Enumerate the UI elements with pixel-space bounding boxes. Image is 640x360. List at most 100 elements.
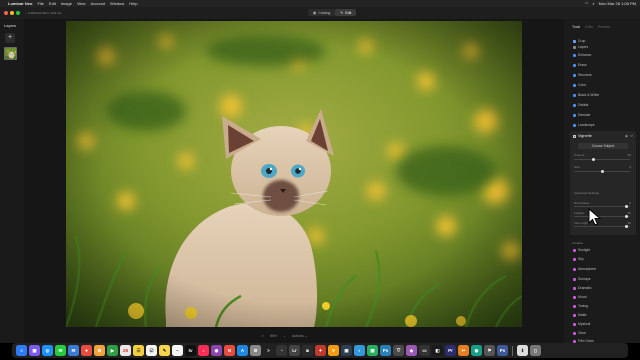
inner-light-slider[interactable] [574,225,630,228]
photos-icon[interactable]: ✿ [94,345,105,356]
tool-structure[interactable]: Structure [573,73,592,77]
premiere-icon[interactable]: Pr [445,345,456,356]
breadcrumb[interactable]: ‹ LUMINAR NEO / Edit cat [26,11,61,15]
maps-icon[interactable]: ⌖ [81,345,92,356]
reset-icon[interactable]: ↺ [630,134,633,138]
lightroom-icon[interactable]: Lr [289,345,300,356]
tab-catalog[interactable]: ▦ Catalog [308,9,335,16]
tool-matte[interactable]: Matte [573,313,586,317]
reminders-icon[interactable]: ☑ [146,345,157,356]
music-icon[interactable]: ♪ [198,345,209,356]
appstore-icon[interactable]: A [237,345,248,356]
size-slider[interactable] [574,170,630,173]
tool-atmosphere[interactable]: Atmosphere [573,267,596,271]
menu-datetime[interactable]: Mon Mar 28 1:08 PM [599,1,636,6]
menu-window[interactable]: Window [110,1,124,6]
news-icon[interactable]: N [224,345,235,356]
messages-icon[interactable]: ✉ [55,345,66,356]
facetime-icon[interactable]: ▶ [107,345,118,356]
tool-mystical[interactable]: Mystical [573,322,590,326]
shield-icon[interactable]: ⛉ [393,345,404,356]
roundness-knob[interactable] [624,205,628,208]
tool-color[interactable]: Color [573,83,586,87]
safari-icon[interactable]: ◎ [42,345,53,356]
add-layer-button[interactable]: + [5,33,15,43]
menu-file[interactable]: File [37,1,43,6]
choose-subject-button[interactable]: Choose Subject [578,143,628,149]
visibility-icon[interactable]: ◉ [625,134,628,138]
feather-knob[interactable] [624,215,628,218]
freeform-icon[interactable]: ~ [172,345,183,356]
compare-icon[interactable]: ◐ [262,334,264,338]
menu-help[interactable]: Help [129,1,137,6]
tab-edit[interactable]: ✎ Edit [335,9,357,16]
vignette-toggle[interactable] [573,134,576,138]
tool-sunrays[interactable]: Sunrays [573,277,590,281]
tab-presets[interactable]: Presets [598,25,610,29]
numbers-icon[interactable]: ▤ [367,345,378,356]
tool-layers[interactable]: Layers [573,45,588,49]
camera-icon[interactable]: ◙ [302,345,313,356]
menu-image[interactable]: Image [61,1,72,6]
tool-glow[interactable]: Glow [573,331,586,335]
finalcut-icon[interactable]: ✂ [458,345,469,356]
minimize-icon[interactable] [10,11,14,15]
search-icon[interactable]: ⌕ [592,1,594,6]
luminar-icon[interactable]: ◆ [406,345,417,356]
feather-slider[interactable] [574,215,630,218]
tool-dramatic[interactable]: Dramatic [573,286,592,290]
utility-icon[interactable]: ⚑ [484,345,495,356]
layer-thumbnail[interactable] [4,47,17,60]
menu-view[interactable]: View [77,1,86,6]
tool-sunlight[interactable]: Sunlight [573,248,590,252]
zoom-level[interactable]: 66% [270,334,277,338]
finder-icon[interactable]: ☺ [16,345,27,356]
tool-mood[interactable]: Mood [573,295,586,299]
inner-light-knob[interactable] [624,225,628,228]
terminal-icon[interactable]: > [263,345,274,356]
downloads-icon[interactable]: ⬇ [517,345,528,356]
actions-menu[interactable]: Actions ⌄ [292,334,307,338]
amount-slider[interactable] [574,158,630,161]
menu-edit[interactable]: Edit [49,1,56,6]
tool-sky[interactable]: Sky [573,257,584,261]
vsco-icon[interactable]: ✦ [315,345,326,356]
capture-icon[interactable]: ◧ [432,345,443,356]
screenshot-icon[interactable]: ▣ [341,345,352,356]
ps-icon[interactable]: Ps [380,345,391,356]
tool-black-white[interactable]: Black & White [573,93,599,97]
launchpad-icon[interactable]: ▦ [29,345,40,356]
podcasts-icon[interactable]: ◉ [211,345,222,356]
settings-icon[interactable]: ⚙ [250,345,261,356]
menu-app-name[interactable]: Luminar Neo [8,1,32,6]
tool-denoise[interactable]: Denoise [573,113,590,117]
menu-account[interactable]: Account [91,1,105,6]
preview-icon[interactable]: ◐ [354,345,365,356]
notes-icon[interactable]: ✎ [159,345,170,356]
photo-canvas[interactable] [66,21,522,327]
window-icon[interactable]: ▭ [419,345,430,356]
amount-knob[interactable] [592,158,596,161]
ps-alt-icon[interactable]: Ps [497,345,508,356]
contacts-icon[interactable]: ☰ [133,345,144,356]
size-knob[interactable] [600,170,604,173]
tool-erase[interactable]: Erase [573,63,587,67]
obs-icon[interactable]: ◉ [471,345,482,356]
tool-details[interactable]: Details [573,103,588,107]
tab-tools[interactable]: Tools [572,25,580,29]
wifi-icon[interactable]: ◠ [585,1,589,6]
close-icon[interactable] [4,11,8,15]
advanced-settings-header[interactable]: Advanced Settings [574,191,599,195]
vector-icon[interactable]: V [328,345,339,356]
tv-icon[interactable]: tv [185,345,196,356]
tool-crop[interactable]: Crop [573,39,585,43]
vignette-header[interactable]: Vignette [573,134,592,138]
tool-enhance[interactable]: Enhance [573,53,591,57]
calendar-icon[interactable]: 28 [120,345,131,356]
trash-icon[interactable]: ▯ [530,345,541,356]
mail-icon[interactable]: ✉ [68,345,79,356]
tool-toning[interactable]: Toning [573,304,588,308]
roundness-slider[interactable] [574,205,630,208]
tab-edits[interactable]: Edits [585,25,593,29]
zoom-dropdown[interactable]: ⌄ [283,334,286,338]
